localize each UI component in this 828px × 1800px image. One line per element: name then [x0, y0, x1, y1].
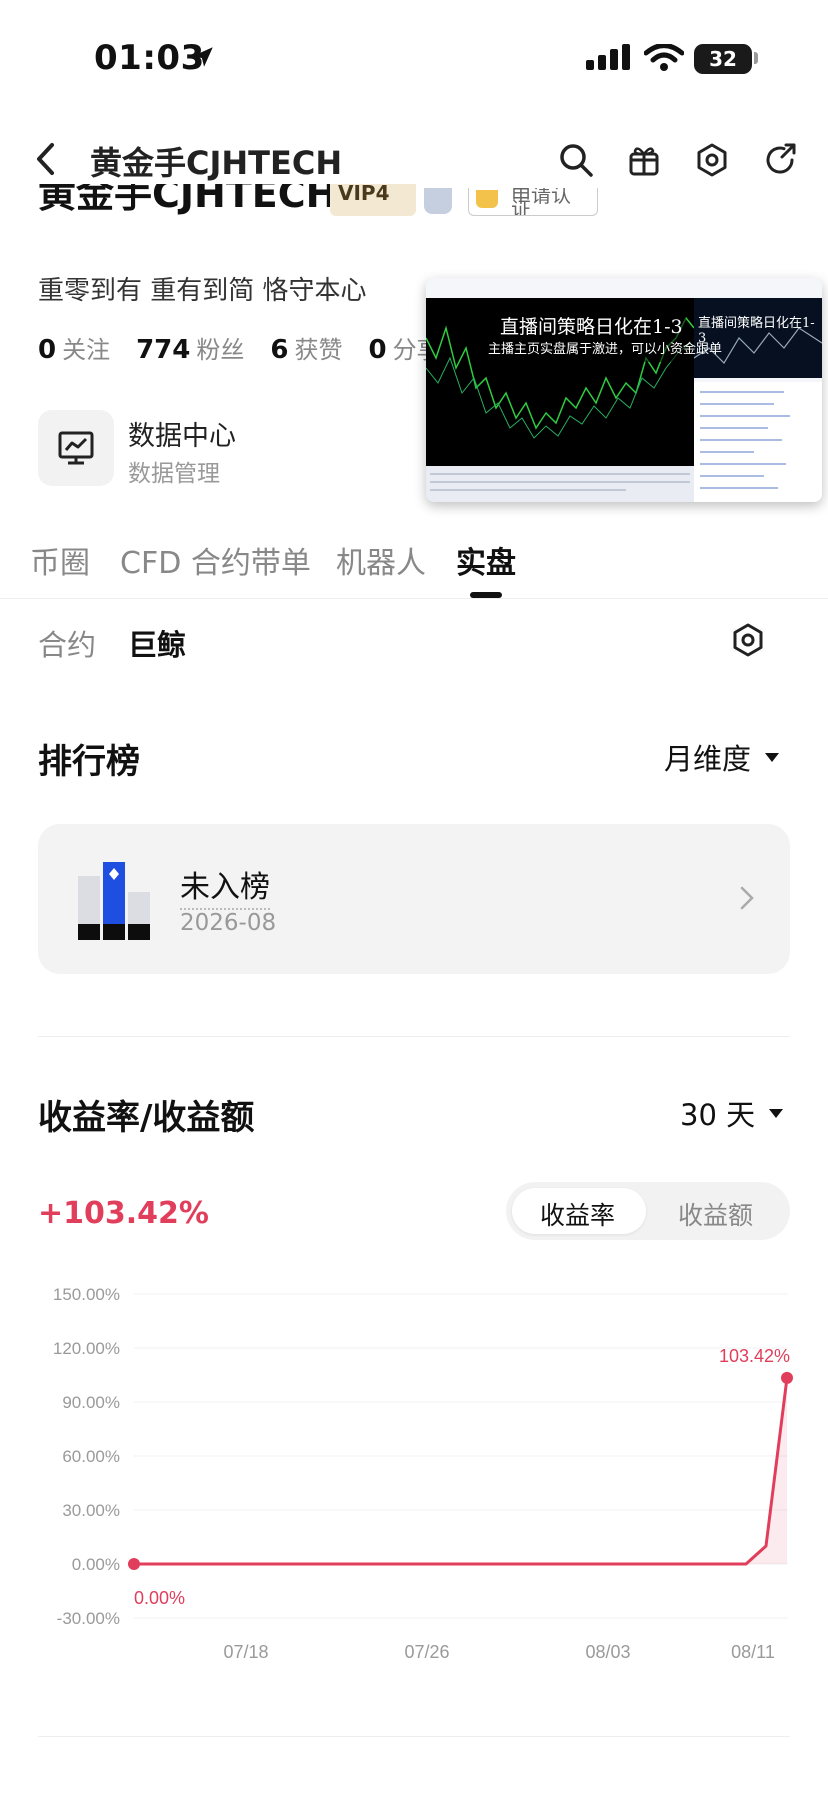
thumbnail-subcaption: 主播主页实盘属于激进，可以小资金跟单: [488, 342, 723, 357]
tab-live-account[interactable]: 实盘: [456, 538, 516, 582]
x-tick-label: 08/03: [585, 1642, 630, 1662]
thumbnail-order-table: [426, 466, 694, 502]
tab-cfd-copy[interactable]: CFD 合约带单: [120, 538, 311, 582]
tab-crypto[interactable]: 币圈: [30, 538, 90, 582]
settings-icon[interactable]: [692, 140, 732, 180]
caret-down-icon: [765, 752, 780, 762]
stat-likes[interactable]: 6 获赞: [270, 330, 342, 365]
chart-monitor-icon: [58, 431, 94, 465]
data-center-subtitle: 数据管理: [128, 461, 220, 487]
start-value-label: 0.00%: [134, 1588, 185, 1608]
status-time: 01:03: [94, 38, 205, 78]
profile-name: 黄金手CJHTECH: [38, 184, 338, 216]
data-center-title[interactable]: 数据中心: [128, 414, 236, 453]
share-icon[interactable]: [760, 140, 800, 180]
thumbnail-chat-list: [694, 382, 822, 502]
tab-divider: [0, 598, 828, 599]
y-tick-label: 60.00%: [62, 1447, 120, 1466]
tab-robot[interactable]: 机器人: [336, 538, 426, 582]
back-button[interactable]: [34, 142, 56, 180]
y-tick-label: 150.00%: [53, 1285, 120, 1304]
ranking-status: 未入榜: [180, 862, 270, 910]
x-tick-label: 07/26: [404, 1642, 449, 1662]
series-line: [134, 1377, 789, 1566]
stat-followers[interactable]: 774 粉丝: [136, 330, 244, 365]
vip-badge: VIP4: [330, 184, 416, 216]
search-icon[interactable]: [556, 140, 596, 180]
ranking-title: 排行榜: [38, 742, 140, 782]
subtab-contract[interactable]: 合约: [38, 622, 96, 664]
live-stream-thumbnail[interactable]: 直播间策略日化在1-3 主播主页实盘属于激进，可以小资金跟单 直播间策略日化在1…: [426, 278, 822, 502]
profile-slogan: 重零到有 重有到简 恪守本心: [38, 276, 367, 306]
x-tick-label: 07/18: [223, 1642, 268, 1662]
thumbnail-caption: 直播间策略日化在1-3: [500, 316, 683, 338]
gift-icon[interactable]: [624, 140, 664, 180]
thumbnail-side-caption: 直播间策略日化在1-3: [698, 316, 815, 346]
return-rate-value: +103.42%: [38, 1196, 209, 1231]
ranking-period-select[interactable]: 月维度: [664, 736, 780, 778]
ranking-date: 2026-08: [180, 910, 277, 936]
x-tick-label: 08/11: [731, 1642, 775, 1662]
toggle-return-rate[interactable]: 收益率: [540, 1196, 615, 1232]
data-center-button[interactable]: [38, 410, 114, 486]
section-divider: [38, 1036, 790, 1037]
battery-indicator: 32: [694, 44, 752, 74]
returns-range-select[interactable]: 30 天: [680, 1092, 784, 1134]
returns-chart: 150.00% 120.00% 90.00% 60.00% 30.00% 0.00% -30…: [53, 1285, 793, 1662]
ranking-podium-icon: [76, 860, 152, 944]
profile-stats: 0 关注 774 粉丝 6 获赞 0 分享: [38, 330, 441, 365]
returns-title: 收益率/收益额: [38, 1098, 255, 1138]
toggle-return-amount[interactable]: 收益额: [678, 1196, 753, 1232]
page-title: 黄金手CJHTECH: [90, 144, 343, 182]
chevron-right-icon: [740, 886, 754, 914]
returns-range-label: 30 天: [680, 1098, 756, 1132]
end-point: [781, 1371, 793, 1384]
filter-settings-icon[interactable]: [730, 622, 766, 662]
bottom-divider: [38, 1736, 790, 1737]
stat-following[interactable]: 0 关注: [38, 330, 110, 365]
location-arrow-icon: [190, 44, 216, 74]
caret-down-icon: [769, 1108, 784, 1118]
y-tick-label: 30.00%: [62, 1501, 120, 1520]
shield-badge-icon: [424, 188, 452, 214]
subtab-whale[interactable]: 巨鲸: [128, 622, 186, 664]
battery-tip: [754, 52, 758, 64]
ranking-period-label: 月维度: [664, 742, 752, 776]
y-tick-label: 90.00%: [62, 1393, 120, 1412]
cellular-signal-icon: [586, 44, 632, 74]
series-area: [134, 1377, 787, 1564]
start-point: [128, 1558, 140, 1570]
end-value-label: 103.42%: [719, 1346, 790, 1366]
y-tick-label: 0.00%: [72, 1555, 120, 1574]
y-tick-label: -30.00%: [57, 1609, 120, 1628]
y-tick-label: 120.00%: [53, 1339, 120, 1358]
apply-verification-button[interactable]: 申请认证: [468, 188, 598, 216]
wifi-icon: [643, 43, 685, 76]
